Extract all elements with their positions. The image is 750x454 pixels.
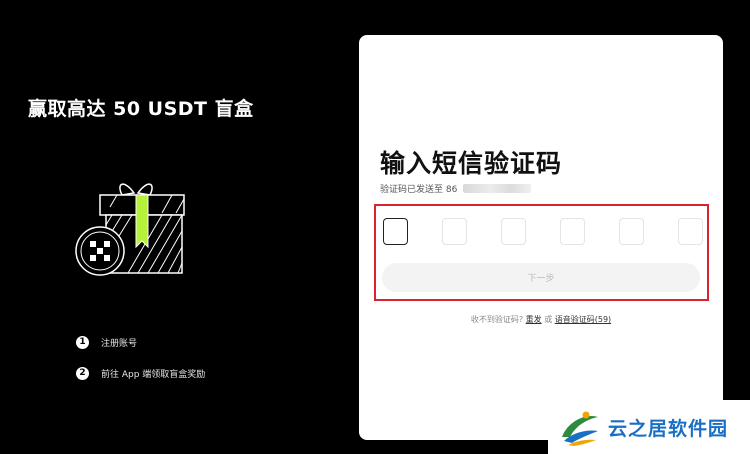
masked-phone-number <box>463 184 532 193</box>
highlight-frame: 下一步 <box>374 204 709 301</box>
step-number: 2 <box>76 366 89 380</box>
code-digit-input-5[interactable] <box>619 218 644 245</box>
verification-card: 输入短信验证码 验证码已发送至 86 下一步 收不到验证码? 重发 或 语音验证… <box>359 35 723 440</box>
resend-link[interactable]: 重发 <box>526 315 542 324</box>
code-input-row <box>383 218 703 246</box>
sms-sent-label: 验证码已发送至 86 <box>380 185 458 195</box>
watermark: 云之居软件园 <box>548 400 750 454</box>
resend-or: 或 <box>544 315 553 324</box>
steps-list: 1 注册账号 2 前往 App 端领取盲盒奖励 <box>76 334 205 396</box>
resend-prefix: 收不到验证码? <box>470 315 524 324</box>
next-step-button[interactable]: 下一步 <box>382 263 700 292</box>
gift-box-icon <box>75 183 185 276</box>
code-digit-input-3[interactable] <box>501 218 526 245</box>
page: 赢取高达 50 USDT 盲盒 1 注册账号 2 前往 App 端领取盲盒奖励 … <box>0 0 750 454</box>
voice-code-link[interactable]: 语音验证码(59) <box>555 315 611 324</box>
promo-title: 赢取高达 50 USDT 盲盒 <box>28 98 254 120</box>
watermark-text: 云之居软件园 <box>608 417 729 440</box>
step-item: 1 注册账号 <box>76 334 205 350</box>
step-text: 注册账号 <box>101 338 138 349</box>
code-digit-input-2[interactable] <box>442 218 467 245</box>
step-number: 1 <box>76 335 89 349</box>
step-text: 前往 App 端领取盲盒奖励 <box>101 369 206 380</box>
code-digit-input-4[interactable] <box>560 218 585 245</box>
code-digit-input-6[interactable] <box>678 218 703 245</box>
page-title: 输入短信验证码 <box>380 149 563 178</box>
resend-hint: 收不到验证码? 重发 或 语音验证码(59) <box>359 314 723 325</box>
sms-sent-notice: 验证码已发送至 86 <box>380 182 532 195</box>
watermark-logo-icon <box>562 411 598 446</box>
code-digit-input-1[interactable] <box>383 218 408 245</box>
step-item: 2 前往 App 端领取盲盒奖励 <box>76 365 205 381</box>
